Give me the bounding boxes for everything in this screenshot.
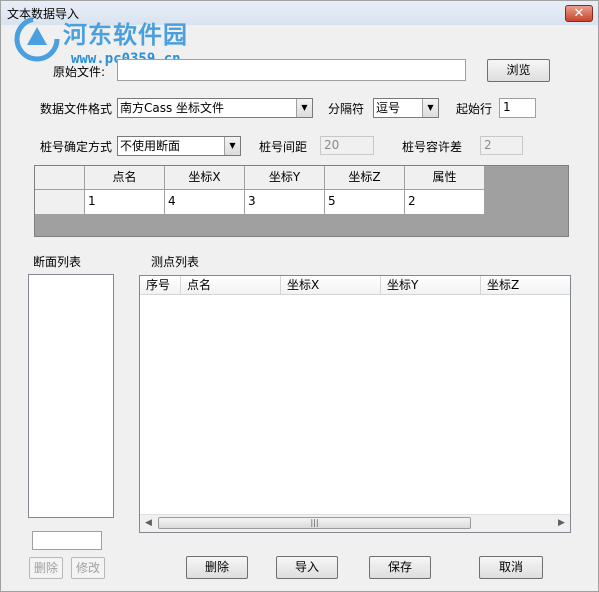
grid-header-cell[interactable]: 坐标X — [165, 166, 245, 190]
station-tolerance-input[interactable]: 2 — [480, 136, 523, 155]
horizontal-scrollbar[interactable]: ◀ ||| ▶ — [140, 514, 570, 532]
import-button[interactable]: 导入 — [276, 556, 338, 579]
station-tolerance-label: 桩号容许差 — [402, 140, 463, 154]
source-file-input[interactable] — [117, 59, 466, 81]
chevron-down-icon[interactable]: ▼ — [422, 99, 438, 117]
delete-button[interactable]: 删除 — [186, 556, 248, 579]
point-listview[interactable]: 序号 点名 坐标X 坐标Y 坐标Z ◀ ||| ▶ — [139, 275, 571, 533]
section-name-input[interactable] — [32, 531, 102, 550]
grid-header-cell[interactable]: 点名 — [85, 166, 165, 190]
point-list-label: 测点列表 — [151, 255, 200, 269]
grid-value-cell[interactable]: 4 — [165, 190, 245, 215]
browse-button[interactable]: 浏览 — [487, 59, 550, 82]
chevron-down-icon[interactable]: ▼ — [296, 99, 312, 117]
grid-value-cell[interactable]: 2 — [405, 190, 485, 215]
grid-header-cell[interactable]: 坐标Y — [245, 166, 325, 190]
station-method-select[interactable]: 不使用断面 ▼ — [117, 136, 241, 156]
column-mapping-grid: 点名 坐标X 坐标Y 坐标Z 属性 1 4 3 5 2 — [34, 165, 569, 237]
edit-section-button[interactable]: 修改 — [71, 557, 105, 579]
grid-value-cell[interactable]: 3 — [245, 190, 325, 215]
delete-section-button[interactable]: 删除 — [29, 557, 63, 579]
file-format-value: 南方Cass 坐标文件 — [120, 101, 225, 115]
grid-value-cell[interactable]: 5 — [325, 190, 405, 215]
chevron-down-icon[interactable]: ▼ — [224, 137, 240, 155]
column-header-y[interactable]: 坐标Y — [381, 276, 481, 295]
column-header-point-name[interactable]: 点名 — [181, 276, 281, 295]
grid-corner-cell — [35, 166, 85, 190]
delimiter-select[interactable]: 逗号 ▼ — [373, 98, 439, 118]
grid-header-cell[interactable]: 坐标Z — [325, 166, 405, 190]
section-listbox[interactable] — [28, 274, 114, 518]
start-row-input[interactable]: 1 — [499, 98, 536, 118]
file-format-select[interactable]: 南方Cass 坐标文件 ▼ — [117, 98, 313, 118]
grid-row-header[interactable] — [35, 190, 85, 215]
cancel-button[interactable]: 取消 — [479, 556, 543, 579]
title-bar[interactable]: 文本数据导入 — [1, 1, 598, 25]
station-interval-input[interactable]: 20 — [320, 136, 374, 155]
scroll-right-icon[interactable]: ▶ — [553, 515, 570, 532]
grid-header-cell[interactable]: 属性 — [405, 166, 485, 190]
grid-value-cell[interactable]: 1 — [85, 190, 165, 215]
column-header-index[interactable]: 序号 — [140, 276, 181, 295]
column-header-z[interactable]: 坐标Z — [481, 276, 570, 295]
file-format-label: 数据文件格式 — [40, 102, 113, 116]
scrollbar-thumb[interactable]: ||| — [158, 517, 471, 529]
section-list-label: 断面列表 — [33, 255, 82, 269]
window-title: 文本数据导入 — [7, 7, 80, 21]
close-button[interactable]: ✕ — [565, 5, 593, 22]
delimiter-label: 分隔符 — [328, 102, 365, 116]
source-file-label: 原始文件: — [53, 65, 106, 79]
scroll-left-icon[interactable]: ◀ — [140, 515, 157, 532]
column-header-x[interactable]: 坐标X — [281, 276, 381, 295]
save-button[interactable]: 保存 — [369, 556, 431, 579]
station-interval-label: 桩号间距 — [259, 140, 308, 154]
import-dialog: 文本数据导入 ✕ 河东软件园 www.pc0359.cn 原始文件: 浏览 数据… — [0, 0, 599, 592]
station-method-value: 不使用断面 — [120, 139, 181, 153]
station-method-label: 桩号确定方式 — [40, 140, 113, 154]
delimiter-value: 逗号 — [376, 101, 401, 115]
start-row-label: 起始行 — [456, 102, 493, 116]
